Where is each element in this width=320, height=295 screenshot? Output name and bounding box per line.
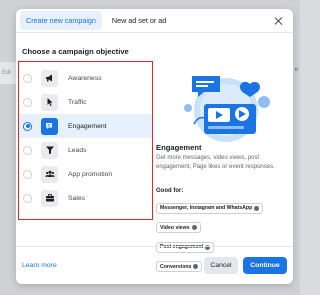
objective-label: Engagement (68, 122, 107, 130)
good-for-item-label: Video views (160, 224, 190, 231)
objective-label: Awareness (68, 74, 102, 82)
tab-create-new-campaign[interactable]: Create new campaign (20, 11, 102, 30)
objective-awareness[interactable]: Awareness (19, 66, 152, 90)
objective-label: App promotion (68, 170, 113, 178)
megaphone-icon (41, 69, 58, 87)
filter-icon (41, 141, 58, 159)
detail-title: Engagement (156, 143, 202, 152)
objective-leads[interactable]: Leads (19, 138, 152, 162)
cancel-button[interactable]: Cancel (204, 257, 238, 274)
radio-button[interactable] (23, 193, 32, 203)
radio-button[interactable] (23, 145, 32, 155)
objective-traffic[interactable]: Traffic (19, 90, 152, 114)
radio-button[interactable] (23, 73, 32, 83)
continue-button[interactable]: Continue (243, 257, 287, 274)
briefcase-icon (41, 189, 58, 207)
campaign-modal: Create new campaign New ad set or ad Cho… (16, 9, 293, 284)
objective-list: Awareness Traffic Engagement Leads App p… (18, 61, 153, 220)
radio-button[interactable] (23, 97, 32, 107)
good-for-item: Messenger, Instagram and WhatsApp (156, 202, 264, 214)
objective-label: Leads (68, 146, 87, 154)
learn-more-link[interactable]: Learn more (22, 262, 57, 269)
radio-button[interactable] (23, 169, 32, 179)
cursor-icon (41, 93, 58, 111)
chat-bubble-icon (41, 117, 58, 135)
objective-engagement[interactable]: Engagement (19, 114, 152, 138)
objective-label: Traffic (68, 98, 87, 106)
info-icon[interactable] (254, 205, 260, 211)
detail-description: Get more messages, video views, post eng… (156, 155, 275, 170)
objective-heading: Choose a campaign objective (22, 47, 129, 56)
people-icon (41, 165, 58, 183)
good-for-item: Video views (156, 222, 201, 233)
background-text-left: Edi (2, 70, 11, 76)
modal-tabs: Create new campaign New ad set or ad (16, 9, 293, 33)
objective-sales[interactable]: Sales (19, 186, 152, 210)
good-for-item-label: Messenger, Instagram and WhatsApp (160, 205, 253, 211)
radio-button[interactable] (23, 121, 32, 131)
objective-app-promotion[interactable]: App promotion (19, 162, 152, 186)
engagement-illustration (184, 76, 270, 142)
close-icon[interactable] (272, 14, 286, 28)
tab-new-ad-set-or-ad[interactable]: New ad set or ad (106, 11, 172, 30)
info-icon[interactable] (191, 225, 197, 230)
good-for-label: Good for: (156, 188, 184, 194)
objective-label: Sales (68, 194, 86, 202)
modal-footer: Learn more Cancel Continue (16, 246, 293, 284)
